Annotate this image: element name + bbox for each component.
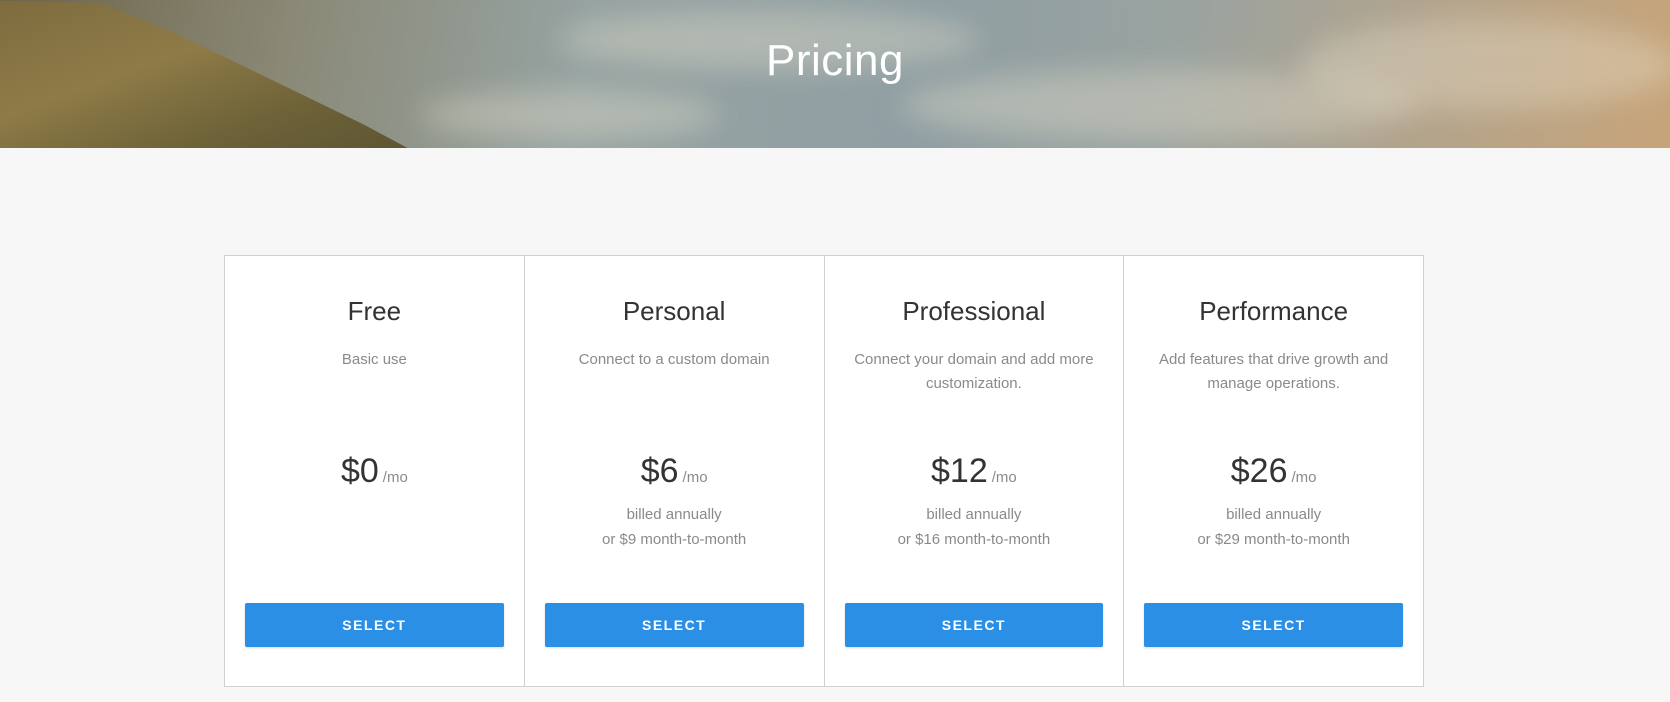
plan-description: Basic use [341,351,407,368]
plan-description: Add features that drive growth and manag… [1158,351,1389,392]
billing-monthly: or $9 month-to-month [602,531,747,548]
plan-name: Professional [902,296,1046,326]
select-performance-button[interactable]: SELECT [1144,603,1403,647]
hero-cloud [420,90,720,140]
hero-banner: Pricing [0,0,1670,148]
plan-card-free: Free Basic use $0/mo SELECT [225,256,525,686]
plan-card-personal: Personal Connect to a custom domain $6/m… [525,256,825,686]
page-title: Pricing [766,36,904,85]
price-period: /mo [1291,469,1317,486]
price-period: /mo [682,469,708,486]
plan-price: $0/mo [225,452,524,491]
plan-price: $12/mo [825,452,1124,491]
plan-card-professional: Professional Connect your domain and add… [825,256,1125,686]
billing-annual: billed annually [1226,506,1322,523]
plan-price: $26/mo [1124,452,1423,491]
plan-name: Free [347,296,402,326]
price-amount: $6 [640,452,679,490]
plan-price: $6/mo [525,452,824,491]
price-period: /mo [991,469,1017,486]
plan-name: Performance [1199,296,1349,326]
billing-monthly: or $29 month-to-month [1197,531,1350,548]
plan-description: Connect to a custom domain [578,351,770,368]
billing-info: billed annually or $29 month-to-month [1124,502,1423,552]
billing-info: billed annually or $16 month-to-month [825,502,1124,552]
select-free-button[interactable]: SELECT [245,603,504,647]
price-amount: $26 [1230,452,1288,490]
billing-monthly: or $16 month-to-month [897,531,1051,548]
plan-name: Personal [622,296,726,326]
billing-annual: billed annually [626,506,722,523]
price-period: /mo [382,469,408,486]
price-amount: $12 [931,452,988,490]
plan-description: Connect your domain and add more customi… [854,351,1094,392]
billing-info: billed annually or $9 month-to-month [525,502,824,552]
select-personal-button[interactable]: SELECT [544,603,804,647]
pricing-table: Free Basic use $0/mo SELECT Personal Con… [224,255,1424,687]
price-amount: $0 [340,452,379,490]
plan-card-performance: Performance Add features that drive grow… [1124,256,1423,686]
select-professional-button[interactable]: SELECT [844,603,1104,647]
billing-annual: billed annually [926,506,1022,523]
